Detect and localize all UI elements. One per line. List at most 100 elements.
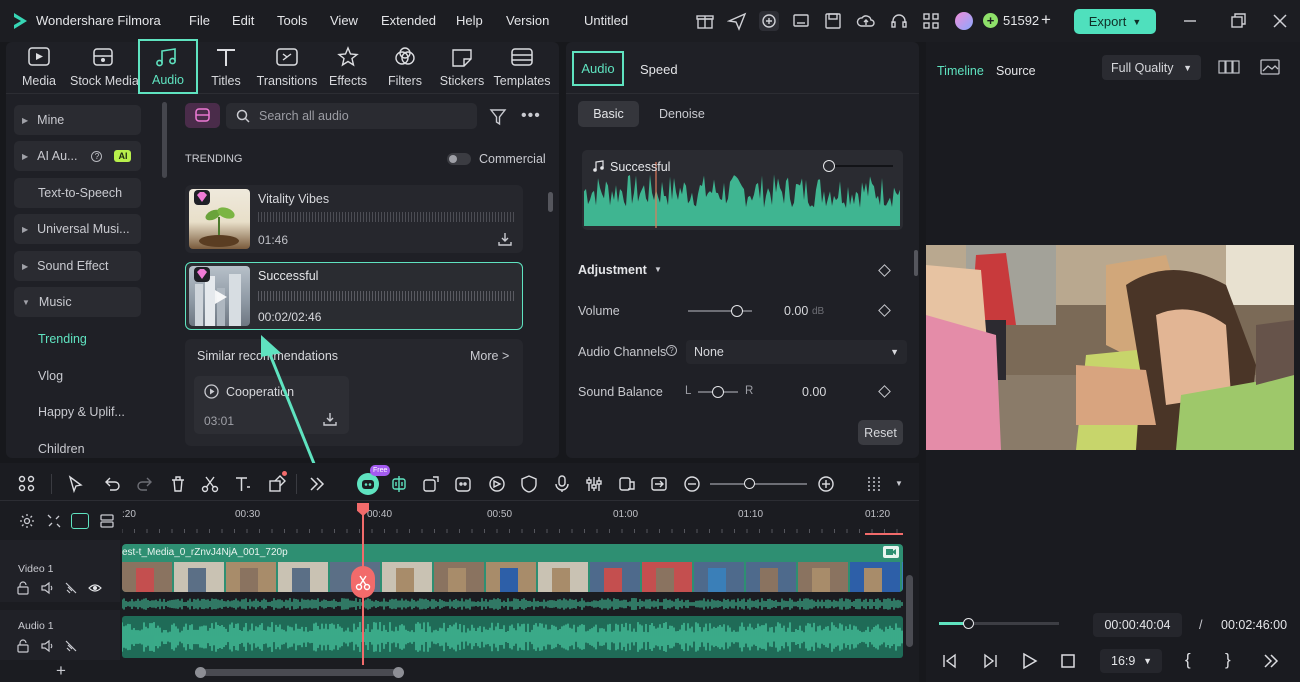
scrollbar-right-handle[interactable] [393, 667, 404, 678]
timeline-vertical-scrollbar[interactable] [906, 575, 913, 647]
cloud-upload-icon[interactable] [856, 11, 876, 31]
balance-value[interactable]: 0.00 [802, 385, 826, 399]
more-controls-icon[interactable] [1261, 651, 1281, 671]
audio-clip[interactable] [122, 616, 903, 658]
stop-icon[interactable] [1058, 651, 1078, 671]
subtab-basic[interactable]: Basic [578, 101, 639, 127]
tab-effects[interactable]: Effects [322, 46, 374, 90]
export-button[interactable]: Export ▼ [1074, 9, 1156, 34]
playback-progress-handle[interactable] [962, 618, 974, 629]
auto-ripple-icon[interactable] [71, 513, 89, 529]
sidebar-item-ai-audio[interactable]: ▶ AI Au... ? AI [14, 141, 141, 171]
tab-transitions[interactable]: Transitions [256, 46, 318, 90]
sidebar-scrollbar[interactable] [162, 102, 167, 178]
sidebar-item-mine[interactable]: ▶ Mine [14, 105, 141, 135]
monitor-icon[interactable] [791, 11, 811, 31]
undo-icon[interactable] [102, 474, 122, 494]
menu-view[interactable]: View [330, 13, 358, 28]
tab-stickers[interactable]: Stickers [436, 46, 488, 90]
menu-file[interactable]: File [189, 13, 210, 28]
mark-out-icon[interactable]: } [1225, 650, 1231, 670]
tab-titles[interactable]: Titles [200, 46, 252, 90]
next-frame-icon[interactable] [980, 651, 1000, 671]
send-icon[interactable] [727, 11, 747, 31]
split-scissors-icon[interactable] [351, 566, 375, 598]
menu-extended[interactable]: Extended [381, 13, 436, 28]
ai-copilot-icon[interactable] [357, 473, 379, 495]
timeline-layout-icon[interactable] [864, 474, 884, 494]
subtab-denoise[interactable]: Denoise [659, 107, 705, 121]
sidebar-item-children[interactable]: Children [14, 434, 141, 464]
microphone-icon[interactable] [552, 474, 572, 494]
search-input[interactable]: Search all audio [226, 103, 477, 129]
crop-icon[interactable] [267, 471, 287, 494]
settings-gear-icon[interactable] [19, 513, 35, 529]
text-tool-icon[interactable] [233, 474, 253, 494]
avatar[interactable] [955, 12, 973, 30]
tab-filters[interactable]: Filters [379, 46, 431, 90]
minimize-icon[interactable] [1180, 11, 1200, 31]
help-icon[interactable]: ? [91, 150, 103, 162]
lock-icon[interactable] [16, 581, 30, 595]
balance-slider-handle[interactable] [712, 386, 724, 398]
save-icon[interactable] [823, 11, 843, 31]
delete-icon[interactable] [168, 474, 188, 494]
add-credits-icon[interactable]: + [1041, 10, 1051, 30]
play-circle-icon[interactable] [204, 384, 219, 399]
grid-view-icon[interactable] [1218, 58, 1240, 76]
eye-icon[interactable] [88, 581, 102, 595]
caret-down-icon[interactable]: ▼ [654, 265, 662, 274]
select-tool-icon[interactable] [66, 474, 86, 494]
hide-track-icon[interactable] [64, 581, 78, 595]
mark-in-icon[interactable]: { [1185, 650, 1191, 670]
sidebar-item-vlog[interactable]: Vlog [14, 361, 141, 391]
tab-timeline[interactable]: Timeline [937, 64, 984, 78]
volume-value[interactable]: 0.00 [784, 304, 808, 318]
sticker-ai-icon[interactable] [453, 474, 473, 494]
headset-icon[interactable] [889, 11, 909, 31]
previous-frame-icon[interactable] [940, 651, 960, 671]
more-options-icon[interactable]: ••• [521, 107, 541, 127]
quality-select[interactable]: Full Quality ▼ [1102, 55, 1201, 80]
download-icon[interactable] [497, 231, 513, 247]
waveform-volume-handle[interactable] [823, 160, 835, 172]
current-time-field[interactable]: 00:00:40:04 [1093, 613, 1182, 637]
video-preview[interactable] [926, 245, 1294, 450]
tab-source[interactable]: Source [996, 64, 1036, 78]
zoom-out-icon[interactable] [682, 474, 702, 494]
menu-help[interactable]: Help [456, 13, 483, 28]
tab-audio[interactable]: Audio [138, 39, 198, 94]
audio-mixer-icon[interactable] [584, 474, 604, 494]
tab-templates[interactable]: Templates [491, 46, 553, 90]
restore-icon[interactable] [1228, 11, 1248, 31]
menu-tools[interactable]: Tools [277, 13, 307, 28]
add-track-icon[interactable]: + [56, 661, 66, 681]
sidebar-item-universal-music[interactable]: ▶ Universal Musi... [14, 214, 141, 244]
scissors-icon[interactable] [200, 474, 220, 494]
speaker-icon[interactable] [40, 639, 54, 653]
zoom-slider-handle[interactable] [744, 478, 755, 489]
timeline-horizontal-scrollbar[interactable] [195, 669, 403, 676]
ai-assistant-icon[interactable] [759, 11, 779, 31]
play-icon[interactable] [1019, 651, 1039, 671]
help-icon[interactable]: ? [666, 345, 677, 356]
ai-music-button[interactable] [185, 103, 220, 128]
sidebar-item-text-to-speech[interactable]: Text-to-Speech [14, 178, 141, 208]
mask-shield-icon[interactable] [519, 474, 539, 494]
speaker-icon[interactable] [40, 581, 54, 595]
sidebar-item-happy[interactable]: Happy & Uplif... [14, 397, 141, 427]
beat-sync-icon[interactable] [389, 474, 409, 494]
commercial-toggle[interactable] [447, 153, 471, 165]
aspect-ratio-select[interactable]: 16:9 ▼ [1100, 649, 1162, 673]
tab-media[interactable]: Media [8, 46, 70, 90]
layout-grid-icon[interactable] [17, 474, 37, 494]
library-scrollbar[interactable] [548, 192, 553, 212]
gift-icon[interactable] [695, 11, 715, 31]
speed-ramp-icon[interactable] [487, 474, 507, 494]
apps-grid-icon[interactable] [921, 11, 941, 31]
scrollbar-left-handle[interactable] [195, 667, 206, 678]
menu-edit[interactable]: Edit [232, 13, 254, 28]
tab-audio-properties[interactable]: Audio [572, 51, 624, 86]
lock-icon[interactable] [16, 639, 30, 653]
close-icon[interactable] [1270, 11, 1290, 31]
